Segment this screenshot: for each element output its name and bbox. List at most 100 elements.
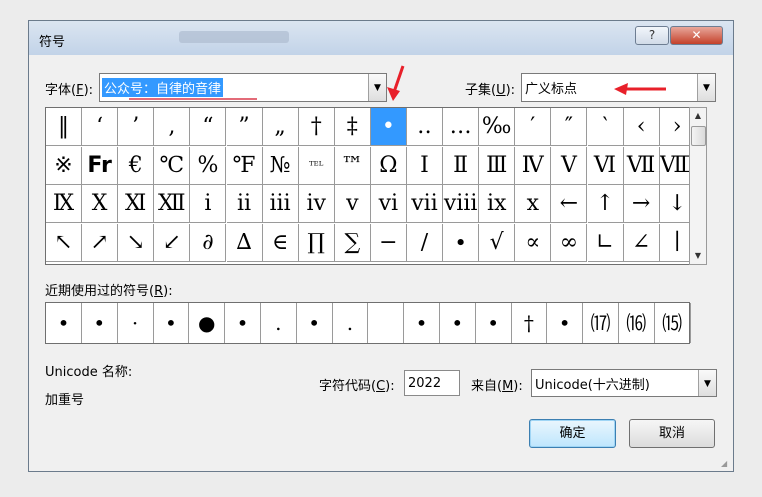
symbol-cell[interactable]: ↗ bbox=[82, 223, 119, 262]
recent-symbol-cell[interactable]: · bbox=[118, 303, 154, 343]
symbol-cell[interactable]: − bbox=[370, 223, 407, 262]
symbol-cell[interactable]: ‵ bbox=[587, 108, 624, 146]
from-dropdown[interactable]: Unicode(十六进制) ▼ bbox=[531, 369, 717, 397]
symbol-cell[interactable]: ∝ bbox=[515, 223, 552, 262]
grid-scrollbar[interactable]: ▲ ▼ bbox=[689, 107, 707, 265]
symbol-cell[interactable]: Ω bbox=[370, 146, 407, 185]
help-button[interactable]: ? bbox=[635, 26, 669, 45]
symbol-cell[interactable]: ‹ bbox=[623, 108, 660, 146]
symbol-cell[interactable]: “ bbox=[190, 108, 227, 146]
symbol-cell[interactable]: Ⅺ bbox=[118, 185, 155, 223]
symbol-cell[interactable]: Ⅲ bbox=[479, 146, 516, 185]
recent-symbol-cell[interactable]: • bbox=[476, 303, 512, 343]
symbol-cell[interactable]: ∑ bbox=[334, 223, 371, 262]
symbol-cell[interactable]: % bbox=[190, 146, 227, 185]
symbol-cell[interactable]: ∕ bbox=[407, 223, 443, 262]
symbol-cell[interactable]: ‖ bbox=[46, 108, 82, 146]
chevron-down-icon[interactable]: ▼ bbox=[698, 370, 716, 396]
symbol-cell[interactable]: → bbox=[623, 185, 660, 223]
symbol-cell[interactable]: ‚ bbox=[154, 108, 191, 146]
symbol-cell[interactable]: † bbox=[298, 108, 335, 146]
recent-symbol-cell[interactable]: • bbox=[297, 303, 333, 343]
recent-symbol-cell[interactable]: • bbox=[46, 303, 82, 343]
recent-symbol-cell[interactable]: † bbox=[511, 303, 548, 343]
symbol-cell[interactable]: ※ bbox=[46, 146, 82, 185]
symbol-cell[interactable]: ∞ bbox=[551, 223, 588, 262]
symbol-cell[interactable]: ᵀᴱᴸ bbox=[298, 146, 335, 185]
symbol-cell[interactable]: Ⅱ bbox=[443, 146, 480, 185]
recent-symbol-cell[interactable]: . bbox=[261, 303, 297, 343]
symbol-cell[interactable]: Ⅰ bbox=[407, 146, 443, 185]
recent-symbol-cell[interactable]: • bbox=[153, 303, 190, 343]
recent-symbol-cell[interactable]: ⒄ bbox=[583, 303, 619, 343]
symbol-cell[interactable]: ℉ bbox=[226, 146, 263, 185]
symbol-cell[interactable]: ′ bbox=[515, 108, 552, 146]
symbol-cell[interactable]: ⅶ bbox=[407, 185, 443, 223]
symbol-cell[interactable]: ↖ bbox=[46, 223, 82, 262]
scroll-up-icon[interactable]: ▲ bbox=[690, 108, 706, 124]
title-bar[interactable]: 符号 ? ✕ bbox=[29, 21, 733, 55]
symbol-cell[interactable]: ∆ bbox=[226, 223, 263, 262]
recent-symbol-cell[interactable] bbox=[368, 303, 405, 343]
recent-symbol-cell[interactable]: . bbox=[332, 303, 369, 343]
symbol-cell[interactable]: … bbox=[443, 108, 480, 146]
symbol-cell[interactable]: ⅰ bbox=[190, 185, 227, 223]
recent-symbol-cell[interactable]: ⒃ bbox=[619, 303, 655, 343]
recent-symbol-cell[interactable]: • bbox=[547, 303, 584, 343]
scroll-thumb[interactable] bbox=[691, 126, 706, 146]
symbol-cell[interactable]: Fr bbox=[82, 146, 119, 185]
symbol-cell[interactable]: ⅲ bbox=[262, 185, 299, 223]
recent-symbol-cell[interactable]: • bbox=[225, 303, 261, 343]
symbol-cell[interactable]: ⅸ bbox=[479, 185, 516, 223]
symbol-cell[interactable]: ← bbox=[551, 185, 588, 223]
symbol-cell[interactable]: ⅷ bbox=[443, 185, 480, 223]
symbol-cell[interactable]: ‡ bbox=[334, 108, 371, 146]
symbol-cell[interactable]: ″ bbox=[551, 108, 588, 146]
scroll-down-icon[interactable]: ▼ bbox=[690, 248, 706, 264]
symbol-cell[interactable]: ∙ bbox=[443, 223, 480, 262]
symbol-cell[interactable]: ‰ bbox=[479, 108, 516, 146]
symbol-cell[interactable]: ↙ bbox=[154, 223, 191, 262]
symbol-cell[interactable]: Ⅳ bbox=[515, 146, 552, 185]
symbol-cell[interactable]: ⅴ bbox=[334, 185, 371, 223]
symbol-cell[interactable]: ” bbox=[226, 108, 263, 146]
symbol-cell[interactable]: Ⅸ bbox=[46, 185, 82, 223]
symbol-cell[interactable]: ’ bbox=[118, 108, 155, 146]
symbol-cell[interactable]: Ⅶ bbox=[623, 146, 660, 185]
symbol-cell[interactable]: ⅳ bbox=[298, 185, 335, 223]
symbol-cell[interactable]: ↑ bbox=[587, 185, 624, 223]
symbol-cell[interactable]: Ⅴ bbox=[551, 146, 588, 185]
symbol-cell[interactable]: ℃ bbox=[154, 146, 191, 185]
recent-symbol-cell[interactable]: ● bbox=[189, 303, 226, 343]
char-code-input[interactable]: 2022 bbox=[404, 370, 460, 396]
symbol-cell[interactable]: ™ bbox=[334, 146, 371, 185]
close-button[interactable]: ✕ bbox=[670, 26, 723, 45]
cancel-button[interactable]: 取消 bbox=[629, 419, 715, 448]
symbol-cell[interactable]: € bbox=[118, 146, 155, 185]
symbol-cell[interactable]: √ bbox=[479, 223, 516, 262]
recent-symbol-cell[interactable]: • bbox=[440, 303, 476, 343]
symbol-cell[interactable]: ∂ bbox=[190, 223, 227, 262]
recent-symbol-cell[interactable]: ⒂ bbox=[655, 303, 691, 343]
symbol-cell[interactable]: ∏ bbox=[298, 223, 335, 262]
symbol-cell[interactable]: ↘ bbox=[118, 223, 155, 262]
symbol-cell[interactable]: ∠ bbox=[623, 223, 660, 262]
symbol-cell[interactable]: ⅵ bbox=[370, 185, 407, 223]
resize-grip-icon[interactable]: ◢ bbox=[721, 459, 731, 469]
symbol-cell[interactable]: № bbox=[262, 146, 299, 185]
symbol-cell[interactable]: „ bbox=[262, 108, 299, 146]
recent-symbol-cell[interactable]: • bbox=[82, 303, 118, 343]
symbol-cell[interactable]: ∟ bbox=[587, 223, 624, 262]
symbol-cell[interactable]: ⅹ bbox=[515, 185, 552, 223]
symbol-cell[interactable]: ∈ bbox=[262, 223, 299, 262]
symbol-cell[interactable]: Ⅻ bbox=[154, 185, 191, 223]
symbol-cell[interactable]: ‥ bbox=[407, 108, 443, 146]
chevron-down-icon[interactable]: ▼ bbox=[697, 74, 715, 101]
ok-button[interactable]: 确定 bbox=[529, 419, 616, 448]
symbol-cell[interactable]: ‘ bbox=[82, 108, 119, 146]
recent-symbol-cell[interactable]: • bbox=[404, 303, 440, 343]
symbol-cell[interactable]: Ⅹ bbox=[82, 185, 119, 223]
symbol-cell[interactable]: • bbox=[370, 108, 407, 146]
symbol-cell[interactable]: Ⅵ bbox=[587, 146, 624, 185]
symbol-cell[interactable]: ⅱ bbox=[226, 185, 263, 223]
